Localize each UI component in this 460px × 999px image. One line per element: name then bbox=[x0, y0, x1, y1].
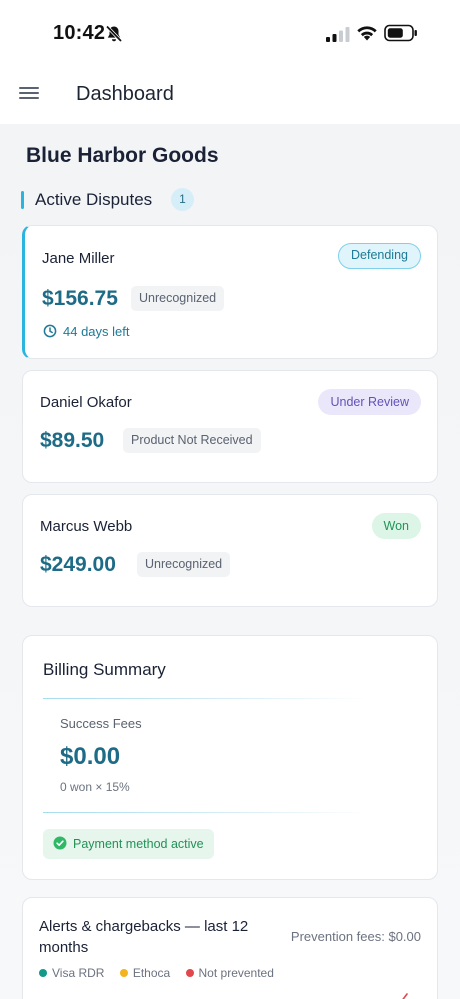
status-time: 10:42 bbox=[53, 22, 106, 44]
success-fees-value: $0.00 bbox=[60, 743, 121, 770]
hamburger-menu-icon[interactable] bbox=[18, 84, 42, 106]
dispute-count-badge: 1 bbox=[171, 188, 194, 211]
customer-name: Jane Miller bbox=[42, 250, 115, 267]
check-circle-icon bbox=[53, 836, 67, 850]
days-left-text: 44 days left bbox=[63, 324, 130, 339]
status-badge: Under Review bbox=[318, 389, 421, 415]
dispute-card[interactable]: Daniel Okafor Under Review $89.50 Produc… bbox=[22, 370, 438, 483]
legend-dot bbox=[39, 969, 47, 977]
divider bbox=[43, 698, 369, 699]
app-header: Dashboard bbox=[0, 66, 460, 124]
prevention-fees: Prevention fees: $0.00 bbox=[290, 929, 421, 944]
legend-label: Ethoca bbox=[132, 966, 171, 980]
alerts-title: Alerts & chargebacks — last 12 months bbox=[39, 918, 249, 956]
fees-calculation: 0 won × 15% bbox=[60, 780, 130, 794]
legend-item: Visa RDR bbox=[39, 966, 104, 980]
reason-chip: Unrecognized bbox=[137, 552, 231, 577]
divider bbox=[43, 812, 369, 813]
alerts-card: Alerts & chargebacks — last 12 months Pr… bbox=[22, 897, 438, 999]
dispute-amount: $89.50 bbox=[40, 429, 105, 452]
chart-legend: Visa RDR Ethoca Not prevented bbox=[39, 966, 286, 980]
merchant-name: Blue Harbor Goods bbox=[26, 144, 219, 167]
legend-item: Ethoca bbox=[119, 966, 171, 980]
legend-label: Visa RDR bbox=[52, 966, 105, 980]
legend-dot bbox=[119, 969, 128, 977]
section-accent-bar bbox=[21, 191, 24, 209]
bell-slash-icon bbox=[105, 25, 123, 43]
customer-name: Daniel Okafor bbox=[40, 394, 132, 411]
legend-label: Not prevented bbox=[198, 966, 274, 980]
section-title: Active Disputes bbox=[35, 190, 153, 209]
status-badge: Won bbox=[371, 513, 421, 539]
billing-title: Billing Summary bbox=[43, 660, 166, 679]
success-fees-label: Success Fees bbox=[60, 716, 142, 731]
payment-status-text: Payment method active bbox=[73, 837, 204, 851]
dispute-amount: $156.75 bbox=[42, 287, 118, 310]
payment-status-chip: Payment method active bbox=[43, 829, 214, 859]
dispute-card[interactable]: Jane Miller Defending $156.75 Unrecogniz… bbox=[22, 225, 438, 359]
dispute-card[interactable]: Marcus Webb Won $249.00 Unrecognized bbox=[22, 494, 438, 607]
page-title: Dashboard bbox=[76, 83, 174, 105]
signal-icon bbox=[326, 27, 350, 42]
main-content: Blue Harbor Goods Active Disputes 1 Jane… bbox=[0, 124, 460, 999]
dispute-amount: $249.00 bbox=[40, 553, 116, 576]
days-left: 44 days left bbox=[43, 324, 130, 339]
status-badge: Defending bbox=[338, 243, 421, 269]
customer-name: Marcus Webb bbox=[40, 518, 133, 535]
legend-item: Not prevented bbox=[185, 966, 274, 980]
billing-summary-card: Billing Summary Success Fees $0.00 0 won… bbox=[22, 635, 438, 880]
clock-icon bbox=[43, 324, 57, 338]
reason-chip: Unrecognized bbox=[131, 286, 225, 311]
reason-chip: Product Not Received bbox=[123, 428, 261, 453]
battery-icon bbox=[384, 24, 417, 42]
chart-fragment bbox=[402, 993, 408, 999]
legend-dot bbox=[185, 969, 194, 977]
status-bar: 10:42 bbox=[0, 0, 460, 66]
wifi-icon bbox=[357, 26, 377, 41]
